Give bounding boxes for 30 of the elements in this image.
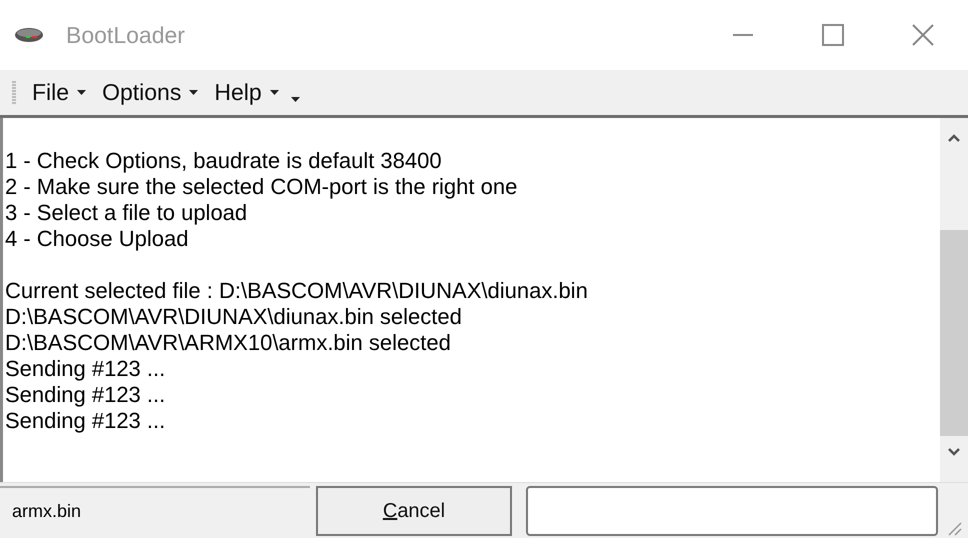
log-line: 2 - Make sure the selected COM-port is the right one	[5, 174, 518, 200]
log-line: 4 - Choose Upload	[5, 226, 190, 252]
log-line: 3 - Select a file to upload	[5, 200, 248, 226]
caret-icon	[189, 90, 198, 95]
log-line: Sending #123 ...	[5, 356, 166, 382]
minimize-icon	[733, 34, 753, 36]
log-line: Sending #123 ...	[5, 382, 166, 408]
grip-icon	[12, 80, 16, 104]
menu-item[interactable]: Options	[94, 75, 206, 110]
maximize-icon	[822, 24, 844, 46]
log-line: Sending #123 ...	[5, 408, 166, 434]
log-line: D:\BASCOM\AVR\DIUNAX\diunax.bin selected	[5, 304, 463, 330]
close-icon	[912, 24, 934, 46]
menu-item[interactable]: Help	[206, 75, 287, 110]
scrollbar[interactable]	[940, 118, 968, 482]
status-panel: armx.bin	[0, 486, 310, 536]
input-field[interactable]	[526, 486, 938, 536]
window-title: BootLoader	[66, 20, 185, 50]
caret-icon	[270, 90, 279, 95]
scroll-down-icon	[948, 448, 960, 456]
log-line: D:\BASCOM\AVR\ARMX10\armx.bin selected	[5, 330, 452, 356]
caret-icon	[77, 90, 86, 95]
cancel-button[interactable]: Cancel	[316, 486, 512, 536]
app-icon	[14, 27, 44, 43]
log-line: Current selected file : D:\BASCOM\AVR\DIUNAX\diunax.bin	[5, 278, 589, 304]
scrollbar-thumb[interactable]	[940, 230, 968, 436]
overflow-icon	[290, 97, 300, 102]
log-line: 1 - Check Options, baudrate is default 38400	[5, 148, 443, 174]
scroll-up-icon	[948, 134, 960, 142]
menu-item[interactable]: File	[24, 75, 94, 110]
